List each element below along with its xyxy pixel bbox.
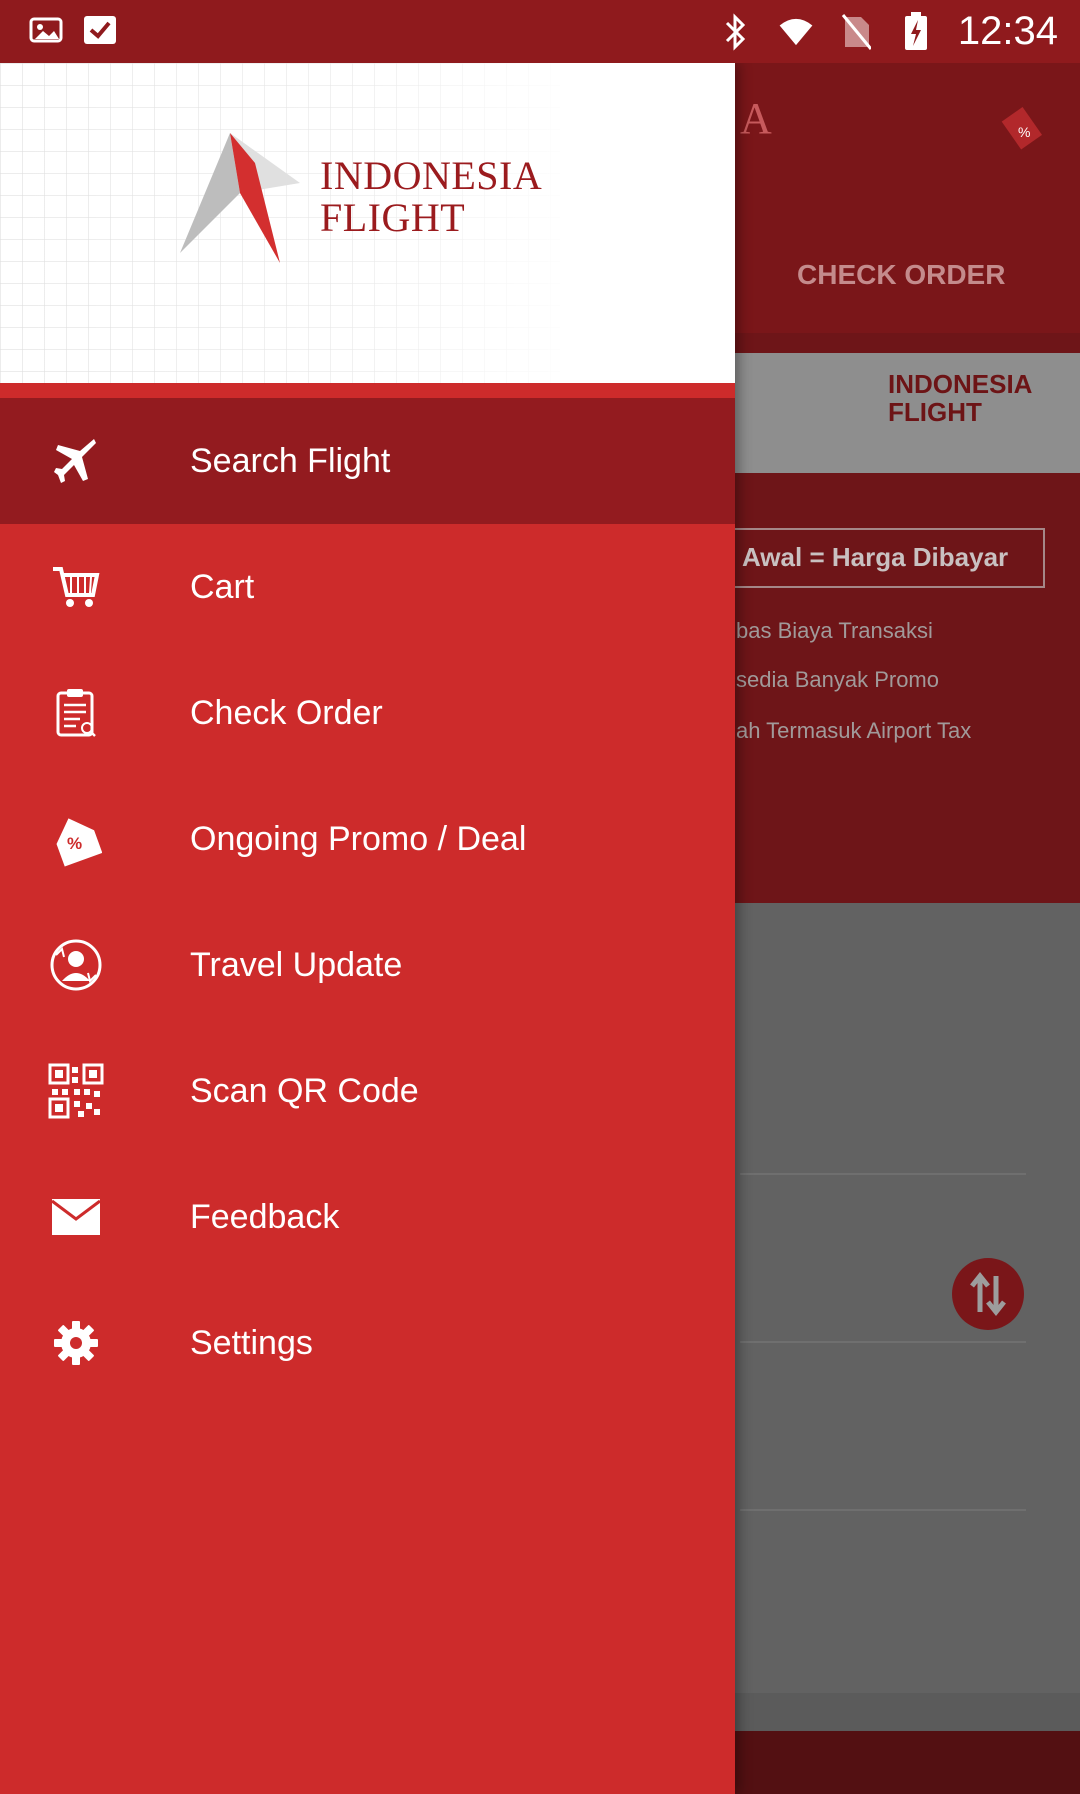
swap-arrows-icon: [970, 1272, 1006, 1316]
menu-label: Ongoing Promo / Deal: [190, 819, 527, 858]
bg-banner-logo-text: INDONESIA FLIGHT: [888, 370, 1032, 426]
menu-item-settings[interactable]: Settings: [0, 1280, 735, 1406]
qr-code-icon: [48, 1063, 104, 1119]
svg-text:%: %: [1018, 124, 1030, 140]
wifi-icon: [778, 14, 814, 50]
menu-label: Travel Update: [190, 945, 403, 984]
logo-line1: INDONESIA: [320, 153, 543, 198]
menu-item-ongoing-promo[interactable]: % Ongoing Promo / Deal: [0, 776, 735, 902]
mail-icon: [48, 1189, 104, 1245]
airplane-icon: [48, 433, 104, 489]
status-time: 12:34: [957, 9, 1058, 53]
svg-text:%: %: [67, 834, 82, 853]
menu-item-feedback[interactable]: Feedback: [0, 1154, 735, 1280]
settings-gear-icon: [48, 1315, 104, 1371]
bg-line-1: bas Biaya Transaksi: [736, 618, 933, 643]
bg-header-title: A: [740, 94, 772, 143]
bg-divider: [740, 1173, 1026, 1175]
menu-item-travel-update[interactable]: Travel Update: [0, 902, 735, 1028]
status-bar: 12:34: [0, 0, 1080, 63]
clipboard-icon: [48, 685, 104, 741]
bg-logo-line1: INDONESIA: [888, 369, 1033, 399]
menu-item-check-order[interactable]: Check Order: [0, 650, 735, 776]
tab-check-order[interactable]: CHECK ORDER: [797, 259, 1005, 291]
logo-mark-icon: [180, 133, 300, 263]
bg-logo-line2: FLIGHT: [888, 397, 982, 427]
cart-icon: [48, 559, 104, 615]
bg-price-box: Awal = Harga Dibayar: [700, 528, 1045, 588]
bg-divider: [740, 1341, 1026, 1343]
bg-line-2: sedia Banyak Promo: [736, 667, 939, 692]
bluetooth-icon: [718, 12, 754, 51]
drawer-menu: Search Flight Cart Check Order % Ongoing…: [0, 383, 735, 1406]
logo-text: INDONESIA FLIGHT: [320, 155, 542, 239]
menu-label: Cart: [190, 567, 255, 606]
travel-update-icon: [48, 937, 104, 993]
menu-label: Check Order: [190, 693, 383, 732]
promo-tag-icon[interactable]: %: [990, 103, 1050, 163]
no-sim-icon: [838, 13, 874, 50]
swap-button[interactable]: [952, 1258, 1024, 1330]
gallery-icon: [28, 12, 64, 48]
menu-label: Scan QR Code: [190, 1071, 419, 1110]
battery-charging-icon: [898, 11, 934, 50]
menu-item-search-flight[interactable]: Search Flight: [0, 398, 735, 524]
bg-line-3: ah Termasuk Airport Tax: [736, 718, 972, 743]
check-icon: [82, 12, 118, 48]
menu-item-scan-qr[interactable]: Scan QR Code: [0, 1028, 735, 1154]
navigation-drawer[interactable]: INDONESIA FLIGHT Search Flight Cart Chec…: [0, 63, 735, 1794]
promo-tag-icon: %: [48, 811, 104, 867]
menu-item-cart[interactable]: Cart: [0, 524, 735, 650]
drawer-header: INDONESIA FLIGHT: [0, 63, 735, 383]
bg-divider: [740, 1509, 1026, 1511]
logo-line2: FLIGHT: [320, 195, 466, 240]
menu-label: Settings: [190, 1323, 313, 1362]
menu-label: Search Flight: [190, 441, 391, 480]
menu-label: Feedback: [190, 1197, 340, 1236]
